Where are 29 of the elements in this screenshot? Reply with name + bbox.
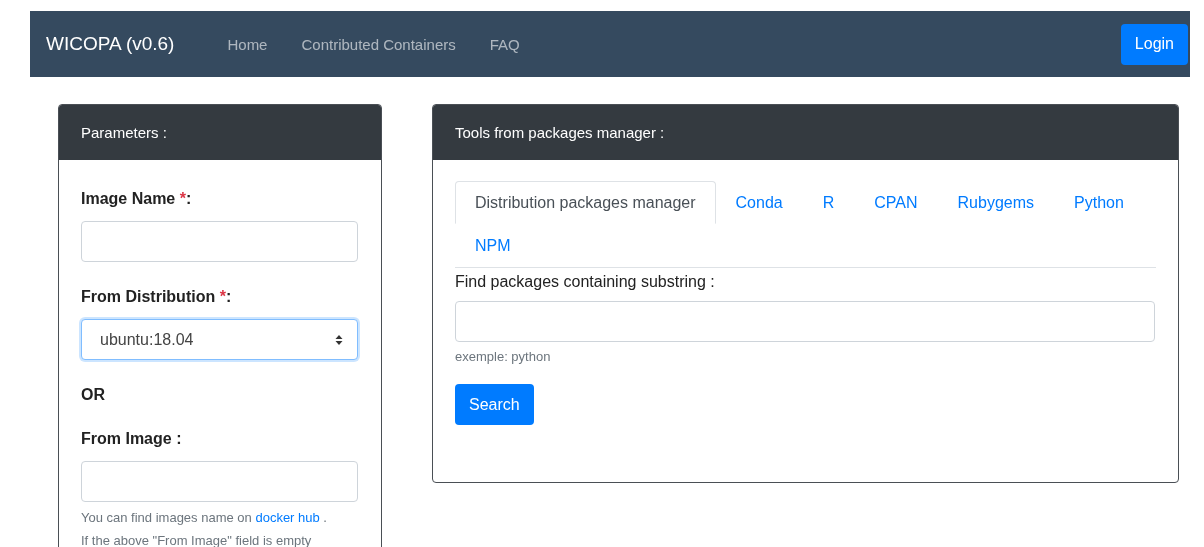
nav-link[interactable]: Contributed Containers <box>301 35 456 53</box>
input-field[interactable] <box>81 221 358 262</box>
tab[interactable]: Python <box>1054 181 1144 224</box>
tab[interactable]: CPAN <box>854 181 938 224</box>
nav-link[interactable]: FAQ <box>489 35 520 53</box>
tab[interactable]: NPM <box>455 224 531 267</box>
search-field[interactable] <box>455 301 1155 342</box>
tab[interactable]: Rubygems <box>937 181 1055 224</box>
tab[interactable]: Distribution packages manager <box>455 181 716 224</box>
card-title: Parameters : <box>81 124 167 141</box>
field-label: Image Name *: <box>81 190 193 208</box>
card-title: Tools from packages manager : <box>455 124 665 141</box>
field-label: Find packages containing substring : <box>455 273 716 291</box>
login-button[interactable]: Login <box>1120 23 1188 65</box>
input-field[interactable] <box>81 461 358 502</box>
distribution-select[interactable]: ubuntu:18.04 <box>81 319 358 360</box>
search-button[interactable]: Search <box>455 384 534 425</box>
nav-link[interactable]: Home <box>227 35 268 53</box>
docker-hub-link[interactable]: docker hub <box>255 510 320 525</box>
field-label: From Image : <box>81 430 183 448</box>
help-text: You can find images name on docker hub . <box>81 509 328 527</box>
hint-text: exemple: python <box>455 349 552 364</box>
sort-icon <box>335 333 343 346</box>
help-text: If the above "From Image" field is empty <box>81 532 313 547</box>
brand-link[interactable]: WICOPA (v0.6) <box>46 33 175 55</box>
tab[interactable]: R <box>802 181 855 224</box>
tab[interactable]: Conda <box>715 181 803 224</box>
field-label: From Distribution *: <box>81 288 233 306</box>
or-label: OR <box>81 386 106 404</box>
